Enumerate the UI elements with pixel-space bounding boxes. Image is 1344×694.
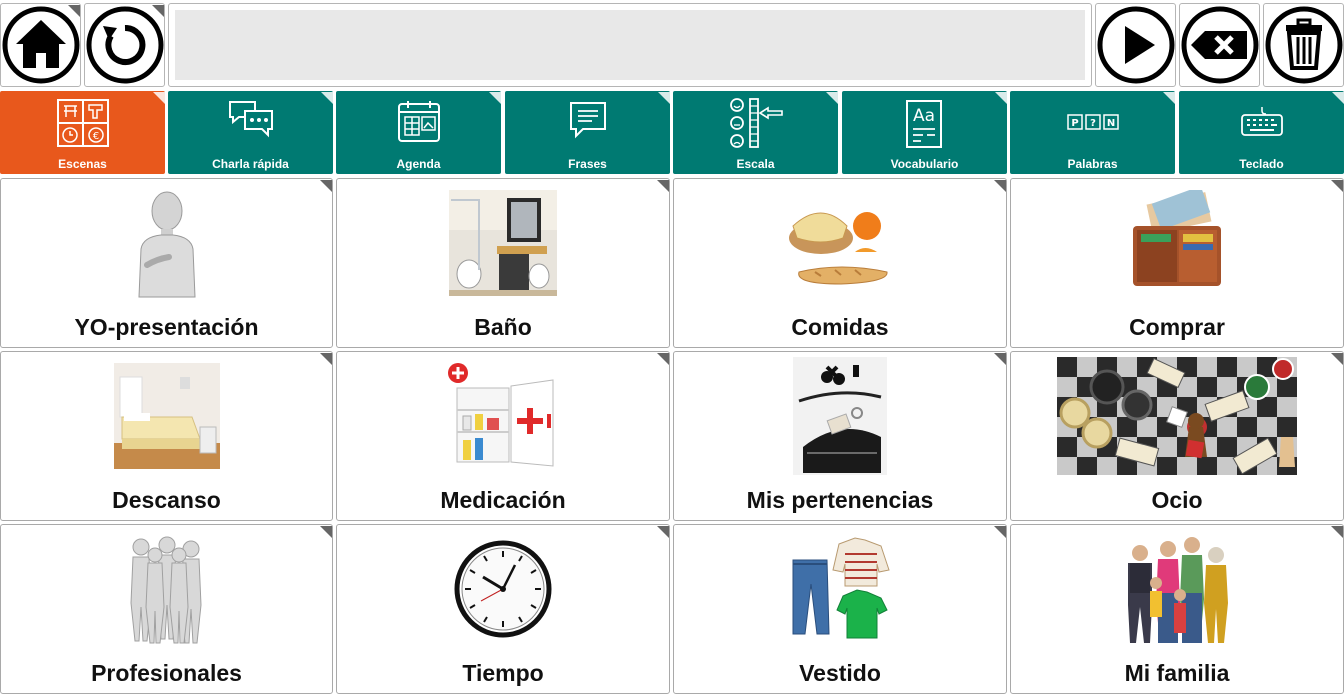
cell-label: Mi familia	[1124, 660, 1230, 686]
play-icon	[1097, 6, 1174, 84]
food-image	[789, 212, 888, 285]
edit-corner-icon	[657, 179, 669, 192]
cell-medicacion[interactable]: Medicación	[336, 351, 670, 521]
backspace-icon	[1181, 6, 1258, 84]
edit-corner-icon	[994, 179, 1006, 192]
cell-label: Ocio	[1151, 487, 1203, 513]
cell-yo-presentacion[interactable]: YO-presentación	[0, 178, 333, 348]
message-text	[175, 10, 1085, 80]
cell-descanso[interactable]: Descanso	[0, 351, 333, 521]
undo-icon	[86, 6, 163, 84]
category-label: Vocabulario	[890, 157, 959, 171]
category-palabras[interactable]: P ? N Palabras	[1010, 91, 1175, 174]
calendar-icon	[397, 101, 440, 142]
edit-corner-icon	[320, 352, 332, 365]
scenes-icon: €	[56, 99, 109, 147]
svg-text:€: €	[92, 131, 98, 142]
edit-corner-icon	[153, 91, 165, 104]
scale-icon	[729, 98, 783, 148]
edit-corner-icon	[1331, 179, 1343, 192]
cell-label: Profesionales	[91, 660, 242, 686]
message-bar[interactable]	[168, 3, 1092, 87]
speak-button[interactable]	[1095, 3, 1176, 87]
cell-label: Medicación	[440, 487, 566, 513]
category-charla-rapida[interactable]: Charla rápida	[168, 91, 333, 174]
cell-bano[interactable]: Baño	[336, 178, 670, 348]
bathroom-image	[449, 190, 557, 296]
backspace-button[interactable]	[1179, 3, 1260, 87]
svg-text:P: P	[1071, 118, 1078, 129]
cell-label: Descanso	[112, 487, 221, 513]
category-label: Charla rápida	[212, 157, 289, 171]
category-escenas[interactable]: € Escenas	[0, 91, 165, 174]
cell-comidas[interactable]: Comidas	[673, 178, 1007, 348]
edit-corner-icon	[1331, 352, 1343, 365]
category-label: Agenda	[396, 157, 441, 171]
svg-text:Aa: Aa	[912, 106, 934, 126]
vocabulary-icon: Aa	[905, 100, 942, 148]
wallet-image	[1133, 190, 1221, 286]
svg-text:N: N	[1106, 118, 1114, 129]
category-escala[interactable]: Escala	[673, 91, 838, 174]
cell-label: Comidas	[791, 314, 889, 340]
edit-corner-icon	[68, 4, 80, 17]
home-button[interactable]	[0, 3, 81, 87]
edit-corner-icon	[320, 525, 332, 538]
family-image	[1128, 537, 1228, 643]
cell-comprar[interactable]: Comprar	[1010, 178, 1344, 348]
edit-corner-icon	[994, 352, 1006, 365]
edit-corner-icon	[657, 525, 669, 538]
home-icon	[2, 6, 79, 84]
clothes-image	[792, 537, 890, 639]
belongings-image	[793, 357, 887, 475]
cell-tiempo[interactable]: Tiempo	[336, 524, 670, 694]
edit-corner-icon	[1163, 91, 1175, 104]
category-label: Teclado	[1239, 157, 1284, 171]
category-frases[interactable]: Frases	[505, 91, 670, 174]
edit-corner-icon	[994, 525, 1006, 538]
edit-corner-icon	[320, 179, 332, 192]
cell-ocio[interactable]: Ocio	[1010, 351, 1344, 521]
category-agenda[interactable]: Agenda	[336, 91, 501, 174]
svg-text:?: ?	[1090, 118, 1096, 129]
cell-label: Comprar	[1129, 314, 1225, 340]
category-teclado[interactable]: Teclado	[1179, 91, 1344, 174]
speech-icon	[569, 102, 606, 139]
cell-profesionales[interactable]: Profesionales	[0, 524, 333, 694]
self-figure-image	[137, 191, 196, 298]
professionals-image	[129, 536, 202, 644]
category-label: Frases	[568, 157, 607, 171]
medicine-cabinet-image	[448, 363, 554, 467]
keyboard-icon	[1240, 107, 1283, 136]
edit-corner-icon	[657, 352, 669, 365]
category-label: Escala	[736, 157, 775, 171]
chat-icon	[228, 101, 273, 138]
board-games-image	[1057, 357, 1297, 475]
bedroom-image	[113, 363, 220, 469]
words-icon: P ? N	[1066, 114, 1119, 130]
cell-label: YO-presentación	[74, 314, 259, 340]
edit-corner-icon	[1331, 525, 1343, 538]
cell-mi-familia[interactable]: Mi familia	[1010, 524, 1344, 694]
category-label: Escenas	[58, 157, 107, 171]
clock-image	[454, 540, 552, 638]
cell-label: Baño	[474, 314, 532, 340]
cell-label: Tiempo	[462, 660, 544, 686]
edit-corner-icon	[995, 91, 1007, 104]
edit-corner-icon	[489, 91, 501, 104]
trash-icon	[1265, 6, 1342, 84]
edit-corner-icon	[1332, 91, 1344, 104]
category-vocabulario[interactable]: Aa Vocabulario	[842, 91, 1007, 174]
undo-button[interactable]	[84, 3, 165, 87]
edit-corner-icon	[321, 91, 333, 104]
cell-label: Mis pertenencias	[746, 487, 934, 513]
edit-corner-icon	[826, 91, 838, 104]
cell-vestido[interactable]: Vestido	[673, 524, 1007, 694]
clear-button[interactable]	[1263, 3, 1344, 87]
edit-corner-icon	[658, 91, 670, 104]
edit-corner-icon	[152, 4, 164, 17]
category-label: Palabras	[1067, 157, 1118, 171]
cell-mis-pertenencias[interactable]: Mis pertenencias	[673, 351, 1007, 521]
cell-label: Vestido	[799, 660, 881, 686]
